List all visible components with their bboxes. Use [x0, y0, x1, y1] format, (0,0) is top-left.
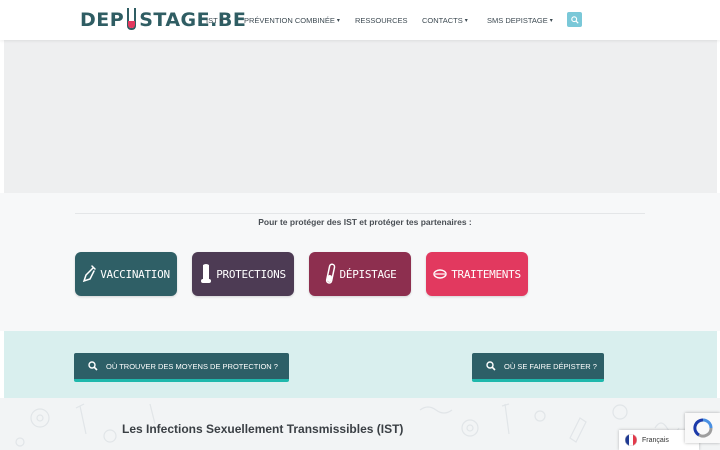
protection-heading: Pour te protéger des IST et protéger tes… [258, 217, 472, 227]
vaccination-tile[interactable]: VACCINATION [75, 252, 177, 296]
cta-label: OÙ TROUVER DES MOYENS DE PROTECTION ? [106, 361, 278, 371]
logo-text-part1: DEP [80, 9, 125, 31]
syringe-icon [83, 265, 96, 283]
chevron-down-icon: ▾ [336, 17, 340, 24]
recaptcha-icon [692, 418, 713, 438]
nav-item-ressources[interactable]: RESSOURCES [355, 0, 408, 40]
nav-item-contacts[interactable]: CONTACTS ▾ [422, 0, 468, 40]
chevron-down-icon: ▾ [464, 17, 468, 24]
find-testing-button[interactable]: OÙ SE FAIRE DÉPISTER ? [472, 353, 604, 382]
ist-heading: Les Infections Sexuellement Transmissibl… [122, 422, 404, 436]
recaptcha-badge[interactable] [685, 413, 720, 443]
condom-icon [201, 264, 212, 283]
traitements-tile[interactable]: TRAITEMENTS [426, 252, 528, 296]
pill-icon [433, 269, 447, 279]
divider-line [75, 213, 645, 214]
find-protection-button[interactable]: OÙ TROUVER DES MOYENS DE PROTECTION ? [74, 353, 289, 382]
nav-item-label: PRÉVENTION COMBINÉE [244, 15, 335, 25]
tile-label: DÉPISTAGE [339, 267, 397, 281]
search-icon [570, 15, 579, 24]
search-icon [486, 361, 496, 371]
logo-text-part2: STAGE.BE [139, 9, 247, 31]
test-tube-logo-icon [127, 8, 137, 30]
chevron-down-icon: ▾ [549, 17, 553, 24]
tile-label: PROTECTIONS [216, 267, 286, 281]
nav-item-label: SMS DEPISTAGE [487, 15, 548, 25]
cta-label: OÙ SE FAIRE DÉPISTER ? [504, 361, 597, 371]
french-flag-icon [625, 434, 637, 446]
nav-item-sms-depistage[interactable]: SMS DEPISTAGE ▾ [487, 0, 553, 40]
language-label: Français [642, 436, 669, 444]
nav-item-ist[interactable]: IST ▾ [206, 0, 223, 40]
search-icon [88, 361, 98, 371]
test-tube-icon [325, 263, 335, 284]
site-header: DEP STAGE.BE IST ▾ PRÉVENTION COMBINÉE ▾ R… [0, 0, 720, 40]
chevron-down-icon: ▾ [219, 17, 223, 24]
depistage-tile[interactable]: DÉPISTAGE [309, 252, 411, 296]
nav-item-label: RESSOURCES [355, 15, 408, 25]
tile-label: TRAITEMENTS [451, 267, 521, 281]
nav-item-prevention[interactable]: PRÉVENTION COMBINÉE ▾ [244, 0, 340, 40]
nav-item-label: CONTACTS [422, 15, 463, 25]
search-button[interactable] [567, 12, 582, 27]
nav-item-label: IST [206, 15, 218, 25]
protections-tile[interactable]: PROTECTIONS [192, 252, 294, 296]
tile-label: VACCINATION [100, 267, 170, 281]
